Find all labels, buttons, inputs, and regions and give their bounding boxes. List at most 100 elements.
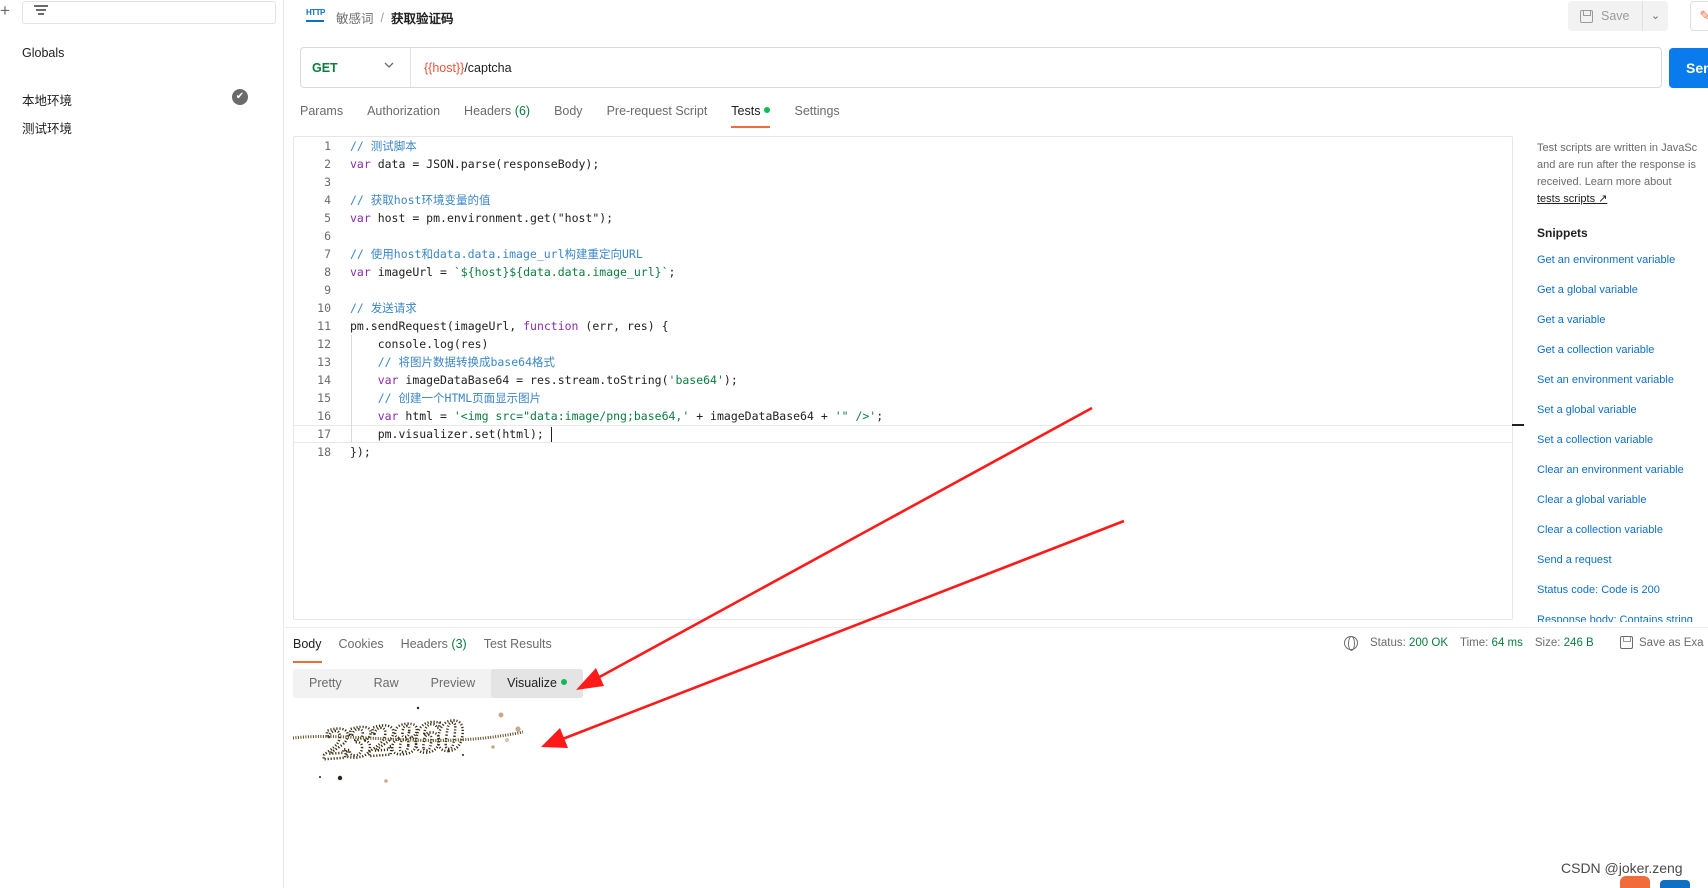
- snippet-link[interactable]: Get a collection variable: [1537, 344, 1654, 356]
- code-text: // 创建一个HTML页面显示图片: [350, 391, 542, 405]
- divider: [285, 627, 1708, 628]
- snippet-link[interactable]: Get a variable: [1537, 314, 1605, 326]
- status-dot: [764, 107, 771, 113]
- line-number: 2: [324, 157, 331, 171]
- line-number: 14: [317, 373, 331, 387]
- tab-authorization[interactable]: Authorization: [367, 104, 440, 128]
- status-value: 200 OK: [1409, 637, 1449, 649]
- save-icon: [1620, 636, 1633, 649]
- plus-icon[interactable]: +: [0, 2, 14, 20]
- tests-scripts-link[interactable]: tests scripts ↗: [1537, 193, 1607, 205]
- line-number: 3: [324, 175, 331, 189]
- tab-label: Authorization: [367, 104, 441, 118]
- snippet-link[interactable]: Set an environment variable: [1537, 374, 1674, 386]
- snippet-link[interactable]: Set a collection variable: [1537, 434, 1653, 446]
- time-label: Time:: [1460, 637, 1489, 649]
- response-view-tabs: Pretty Raw Preview Visualize: [293, 669, 583, 698]
- code-text: var imageDataBase64 = res.stream.toStrin…: [377, 373, 738, 387]
- code-text: // 发送请求: [350, 301, 417, 315]
- breadcrumb: 敏感词 / 获取验证码: [336, 8, 454, 27]
- line-number: 7: [324, 247, 331, 261]
- http-icon: HTTP: [306, 8, 325, 22]
- tests-help-text: Test scripts are written in JavaSc and a…: [1537, 140, 1708, 208]
- method-select[interactable]: GET: [312, 61, 338, 75]
- tab-response-headers[interactable]: Headers (3): [401, 637, 467, 663]
- snippet-link[interactable]: Set a global variable: [1537, 404, 1637, 416]
- code-text: // 使用host和data.data.image_url构建重定向URL: [350, 247, 643, 261]
- tab-params[interactable]: Params: [300, 104, 343, 128]
- size-info[interactable]: Size: 246 B: [1535, 637, 1594, 649]
- snippet-link[interactable]: Clear a global variable: [1537, 494, 1646, 506]
- sidebar-item-env-local[interactable]: 本地环境: [22, 90, 72, 109]
- url-variable: {{host}}: [424, 61, 465, 75]
- url-input[interactable]: {{host}}/captcha: [424, 61, 512, 75]
- tab-settings[interactable]: Settings: [794, 104, 839, 128]
- code-text: var host = pm.environment.get("host");: [350, 211, 614, 225]
- code-text: // 测试脚本: [350, 139, 417, 153]
- tab-headers[interactable]: Headers (6): [464, 104, 530, 128]
- chevron-down-icon[interactable]: [383, 58, 395, 72]
- snippet-link[interactable]: Get an environment variable: [1537, 254, 1675, 266]
- save-button-label: Save: [1601, 9, 1630, 23]
- status-info[interactable]: Status: 200 OK: [1370, 637, 1448, 649]
- tab-test-results[interactable]: Test Results: [484, 637, 552, 663]
- edit-icon[interactable]: ✎: [1690, 1, 1708, 31]
- breadcrumb-parent[interactable]: 敏感词: [336, 8, 374, 27]
- snippet-link[interactable]: Status code: Code is 200: [1537, 584, 1660, 596]
- sidebar-item-env-test[interactable]: 测试环境: [22, 118, 72, 137]
- snippets-title: Snippets: [1537, 226, 1588, 240]
- filter-icon[interactable]: [34, 5, 48, 17]
- tab-pretty[interactable]: Pretty: [293, 669, 358, 698]
- line-number: 1: [324, 139, 331, 153]
- tab-pre-request-script[interactable]: Pre-request Script: [607, 104, 708, 128]
- line-number: 13: [317, 355, 331, 369]
- scrollbar[interactable]: [1512, 424, 1524, 426]
- line-number: 16: [317, 409, 331, 423]
- logo: [1660, 880, 1690, 888]
- snippet-link[interactable]: Clear a collection variable: [1537, 524, 1663, 536]
- help-description: Test scripts are written in JavaSc and a…: [1537, 142, 1698, 188]
- tab-raw[interactable]: Raw: [358, 669, 415, 698]
- captcha-text: 232860: [320, 712, 466, 769]
- tab-label: Body: [293, 637, 322, 651]
- time-info[interactable]: Time: 64 ms: [1460, 637, 1523, 649]
- tab-body[interactable]: Body: [554, 104, 583, 128]
- tab-visualize[interactable]: Visualize: [491, 669, 583, 698]
- code-text: // 获取host环境变量的值: [350, 193, 491, 207]
- divider: [410, 48, 411, 87]
- tab-label: Settings: [794, 104, 840, 118]
- globe-icon[interactable]: [1344, 636, 1358, 651]
- breadcrumb-separator: /: [380, 10, 384, 25]
- code-text: var data = JSON.parse(responseBody);: [350, 157, 600, 171]
- request-name[interactable]: 获取验证码: [391, 8, 454, 27]
- line-number: 15: [317, 391, 331, 405]
- save-as-example-button[interactable]: Save as Exa: [1620, 636, 1704, 649]
- tab-preview[interactable]: Preview: [415, 669, 491, 698]
- status-dot: [560, 679, 567, 685]
- line-number: 18: [317, 445, 331, 459]
- line-number: 12: [317, 337, 331, 351]
- snippet-link[interactable]: Get a global variable: [1537, 284, 1638, 296]
- check-circle-icon[interactable]: ✔: [232, 89, 248, 105]
- snippet-link[interactable]: Response body: Contains string: [1537, 614, 1693, 622]
- response-meta: Status: 200 OK Time: 64 ms Size: 246 B: [1370, 637, 1594, 649]
- line-number: 8: [324, 265, 331, 279]
- snippet-link[interactable]: Send a request: [1537, 554, 1612, 566]
- sidebar-item-globals[interactable]: Globals: [22, 46, 64, 60]
- tab-cookies[interactable]: Cookies: [339, 637, 384, 663]
- chevron-down-icon[interactable]: ⌄: [1642, 1, 1668, 31]
- tab-label: Tests: [731, 104, 761, 118]
- request-tabs: Params Authorization Headers (6) Body Pr…: [300, 104, 864, 128]
- code-text: pm.visualizer.set(html);: [350, 427, 544, 441]
- watermark: CSDN @joker.zeng: [1561, 860, 1683, 876]
- filter-input[interactable]: [22, 1, 276, 24]
- snippet-link[interactable]: Clear an environment variable: [1537, 464, 1684, 476]
- logo: [1620, 876, 1650, 888]
- tab-response-body[interactable]: Body: [293, 637, 322, 663]
- tab-tests[interactable]: Tests: [731, 104, 771, 128]
- save-icon: [1580, 9, 1593, 23]
- tab-label: Pre-request Script: [606, 104, 708, 118]
- send-button[interactable]: Sen: [1669, 48, 1708, 88]
- code-text: pm.sendRequest(imageUrl, function (err, …: [350, 319, 669, 333]
- tab-label: Cookies: [338, 637, 384, 651]
